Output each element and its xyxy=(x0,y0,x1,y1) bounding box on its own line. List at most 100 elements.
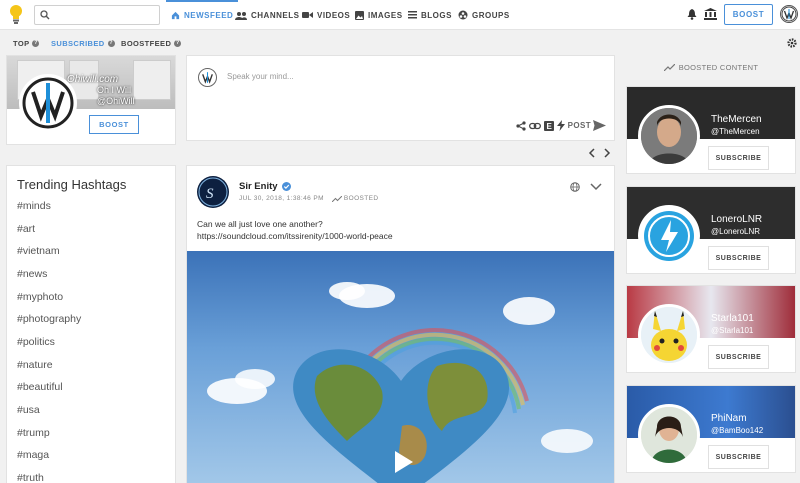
user-logo-icon xyxy=(202,72,213,84)
filter-boostfeed-label: BOOSTFEED xyxy=(121,39,172,48)
trending-title: Trending Hashtags xyxy=(17,177,127,192)
hashtag-link[interactable]: #beautiful xyxy=(17,381,63,393)
subscribe-button[interactable]: SUBSCRIBE xyxy=(708,345,769,369)
hashtag-link[interactable]: #nature xyxy=(17,359,53,371)
gear-icon[interactable] xyxy=(787,38,797,48)
svg-text:E: E xyxy=(546,122,552,131)
channel-handle: @LoneroLNR xyxy=(711,227,761,236)
post-link[interactable]: https://soundcloud.com/itssirenity/1000-… xyxy=(197,230,393,242)
nav-channels[interactable]: CHANNELS xyxy=(235,0,299,30)
boosted-channel-card[interactable]: PhiNam @BamBoo142 SUBSCRIBE xyxy=(626,385,796,473)
nav-images[interactable]: IMAGES xyxy=(355,0,403,30)
channel-avatar[interactable] xyxy=(638,404,700,466)
post-author-avatar[interactable]: S xyxy=(197,176,229,208)
list-icon xyxy=(408,11,417,19)
activity-post: S Sir Enity JUL 30, 2018, 1:38:46 PM BOO… xyxy=(186,165,615,483)
wallet-bank-icon[interactable] xyxy=(704,8,717,20)
author-logo-icon: S xyxy=(198,177,228,207)
channel-avatar[interactable] xyxy=(638,105,700,167)
composer-toolbar: E POST xyxy=(516,120,606,131)
trending-up-icon xyxy=(331,195,342,202)
hashtag-link[interactable]: #myphoto xyxy=(17,291,63,303)
banner-name-text: Oh I Will xyxy=(97,85,132,95)
channel-handle: @Starla101 xyxy=(711,326,754,335)
boosted-indicator: BOOSTED xyxy=(331,195,379,202)
filter-boostfeed[interactable]: BOOSTFEED? xyxy=(121,39,182,48)
post-body: Can we all just love one another? https:… xyxy=(197,218,393,242)
globe-icon[interactable] xyxy=(570,182,580,192)
subscribe-button[interactable]: SUBSCRIBE xyxy=(708,246,769,270)
boosted-channel-card[interactable]: Starla101 @Starla101 SUBSCRIBE xyxy=(626,285,796,373)
post-meta: JUL 30, 2018, 1:38:46 PM BOOSTED xyxy=(239,195,378,202)
play-icon[interactable] xyxy=(395,451,413,473)
filter-top[interactable]: TOP? xyxy=(13,39,40,48)
hashtag-link[interactable]: #trump xyxy=(17,427,50,439)
home-icon xyxy=(171,11,180,19)
filter-subscribed[interactable]: SUBSCRIBED? xyxy=(51,39,115,48)
channel-avatar[interactable] xyxy=(638,304,700,366)
profile-boost-button[interactable]: BOOST xyxy=(89,115,139,134)
post-author-name[interactable]: Sir Enity xyxy=(239,181,291,192)
explicit-icon[interactable]: E xyxy=(543,120,554,131)
post-date[interactable]: JUL 30, 2018, 1:38:46 PM xyxy=(239,195,324,202)
post-video-thumbnail[interactable] xyxy=(187,251,614,483)
link-icon[interactable] xyxy=(528,122,541,130)
chevron-down-icon[interactable] xyxy=(590,181,602,191)
earth-rainbow-image xyxy=(207,282,593,483)
person-photo xyxy=(641,108,697,164)
nav-videos[interactable]: VIDEOS xyxy=(302,0,350,30)
hashtag-link[interactable]: #news xyxy=(17,268,47,280)
filter-subscribed-label: SUBSCRIBED xyxy=(51,39,105,48)
channel-name[interactable]: Starla101 xyxy=(711,313,754,324)
composer-avatar xyxy=(198,68,217,87)
chevron-right-icon[interactable] xyxy=(603,148,611,158)
subscribe-button[interactable]: SUBSCRIBE xyxy=(708,445,769,469)
channel-avatar[interactable] xyxy=(638,205,700,267)
chevron-left-icon[interactable] xyxy=(588,148,596,158)
hashtag-link[interactable]: #photography xyxy=(17,313,81,325)
composer-input[interactable]: Speak your mind... xyxy=(227,72,294,81)
hashtag-link[interactable]: #art xyxy=(17,223,35,235)
lightbulb-logo-icon[interactable] xyxy=(8,4,24,26)
nav-newsfeed-label: NEWSFEED xyxy=(184,10,234,20)
boosted-channel-card[interactable]: LoneroLNR @LoneroLNR SUBSCRIBE xyxy=(626,186,796,274)
bell-icon[interactable] xyxy=(687,9,697,20)
hashtag-link[interactable]: #minds xyxy=(17,200,51,212)
hashtag-link[interactable]: #truth xyxy=(17,472,44,483)
post-button[interactable]: POST xyxy=(568,120,606,131)
channel-handle: @BamBoo142 xyxy=(711,426,764,435)
user-avatar[interactable] xyxy=(780,5,798,23)
boost-button[interactable]: BOOST xyxy=(724,4,773,25)
verified-icon xyxy=(281,182,291,191)
post-composer: Speak your mind... E POST xyxy=(186,55,615,141)
banner-handle-text: @OhiWill xyxy=(97,96,135,106)
nav-newsfeed[interactable]: NEWSFEED xyxy=(165,0,239,30)
hashtag-link[interactable]: #maga xyxy=(17,449,49,461)
hashtag-link[interactable]: #usa xyxy=(17,404,40,416)
profile-card: Ohiwill.com Oh I Will @OhiWill BOOST xyxy=(6,55,176,145)
lightning-icon[interactable] xyxy=(556,120,565,131)
person-photo xyxy=(641,407,697,463)
help-icon[interactable]: ? xyxy=(32,40,40,47)
share-icon[interactable] xyxy=(516,120,526,131)
help-icon[interactable]: ? xyxy=(174,40,182,47)
image-icon xyxy=(355,10,364,20)
profile-avatar[interactable] xyxy=(19,74,77,132)
hashtag-link[interactable]: #politics xyxy=(17,336,55,348)
video-camera-icon xyxy=(302,12,313,18)
send-icon xyxy=(593,120,606,131)
channel-name[interactable]: TheMercen xyxy=(711,114,762,125)
help-icon[interactable]: ? xyxy=(107,40,115,47)
channel-name[interactable]: LoneroLNR xyxy=(711,214,762,225)
boosted-label: BOOSTED xyxy=(343,195,379,202)
filter-top-label: TOP xyxy=(13,39,30,48)
hashtag-link[interactable]: #vietnam xyxy=(17,245,60,257)
lonero-logo-icon xyxy=(644,211,694,261)
user-logo-icon xyxy=(781,6,797,22)
search-input[interactable] xyxy=(34,5,160,25)
subscribe-button[interactable]: SUBSCRIBE xyxy=(708,146,769,170)
channel-name[interactable]: PhiNam xyxy=(711,413,747,424)
boosted-channel-card[interactable]: TheMercen @TheMercen SUBSCRIBE xyxy=(626,86,796,174)
nav-blogs[interactable]: BLOGS xyxy=(408,0,452,30)
nav-groups[interactable]: GROUPS xyxy=(458,0,510,30)
